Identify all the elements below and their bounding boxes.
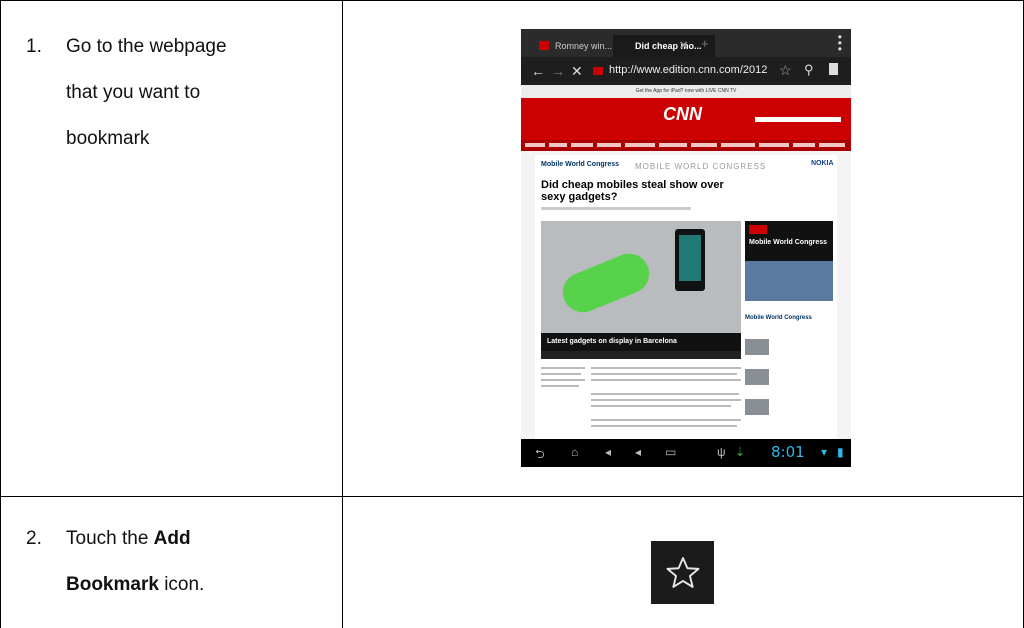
new-tab-icon[interactable]: +: [701, 36, 709, 51]
bookmarks-icon[interactable]: [829, 63, 838, 75]
web-page: Get the App for iPad? now with LIVE CNN …: [521, 85, 851, 439]
tab-strip: Romney win... Did cheap mo... ✕ + • • •: [521, 29, 851, 57]
article-headline: Did cheap mobiles steal show over sexy g…: [541, 179, 724, 203]
step-2-text: 2. Touch the Add Bookmark icon.: [26, 516, 326, 616]
cnn-header: CNN: [521, 98, 851, 140]
story-thumb[interactable]: [745, 399, 769, 415]
article: Mobile World Congress MOBILE WORLD CONGR…: [535, 155, 837, 439]
forward-icon[interactable]: →: [551, 63, 565, 79]
story-thumb[interactable]: [745, 369, 769, 385]
bookmark-label: Bookmark: [66, 574, 159, 595]
section-label: Mobile World Congress: [541, 161, 620, 168]
byline: [541, 207, 691, 210]
url-field[interactable]: http://www.edition.cnn.com/2012: [609, 64, 767, 76]
browser-screenshot: Romney win... Did cheap mo... ✕ + • • • ← …: [521, 29, 851, 467]
site-nav: [521, 140, 851, 151]
story-thumb[interactable]: [745, 339, 769, 355]
clock: 8:01: [771, 443, 805, 461]
sidebar-title: Mobile World Congress: [749, 239, 828, 246]
gallery-caption: Latest gadgets on display in Barcelona: [541, 333, 741, 351]
star-outline-icon: [666, 556, 699, 588]
cnn-tag: [749, 225, 767, 234]
step-text: icon.: [158, 574, 205, 595]
sidebar-heading: Mobile World Congress: [745, 315, 812, 321]
volume-up-icon[interactable]: ◂: [635, 445, 641, 459]
add-label: Add: [153, 528, 191, 549]
hero-image[interactable]: Latest gadgets on display in Barcelona: [541, 221, 741, 351]
tab-title: Romney win...: [555, 41, 613, 51]
system-bar: ⮌ ⌂ ◂ ◂ ▭ ψ ⇣ 8:01 ▾ ▮: [521, 439, 851, 467]
phone-screen: [679, 235, 701, 281]
gallery-pager[interactable]: [541, 351, 741, 359]
battery-icon: ▮: [837, 445, 844, 459]
menu-icon[interactable]: • • •: [838, 31, 842, 55]
tab-romney[interactable]: Romney win...: [533, 35, 625, 57]
charger-image: [556, 247, 656, 319]
step-number: 2.: [26, 528, 42, 549]
close-icon[interactable]: ✕: [679, 35, 688, 57]
step-number: 1.: [26, 36, 42, 57]
home-icon[interactable]: ⌂: [571, 445, 578, 459]
url-bar: ← → ✕ http://www.edition.cnn.com/2012 ☆ …: [521, 57, 851, 85]
step-1-text: 1. Go to the webpage that you want to bo…: [26, 24, 326, 174]
sponsor-logo: NOKIA: [811, 160, 834, 167]
wifi-icon: ▾: [821, 445, 828, 459]
search-icon[interactable]: ⚲: [804, 62, 814, 78]
skyline-image: [745, 261, 833, 301]
cnn-favicon: [539, 41, 549, 50]
promo-banner[interactable]: Get the App for iPad? now with LIVE CNN …: [521, 85, 851, 98]
tab-title: Did cheap mo...: [635, 41, 702, 51]
step-line: Touch the Add: [66, 516, 326, 562]
stop-icon[interactable]: ✕: [571, 63, 583, 80]
cnn-favicon: [593, 67, 603, 75]
section-banner: MOBILE WORLD CONGRESS: [635, 162, 767, 171]
download-icon: ⇣: [735, 445, 746, 459]
recent-apps-icon[interactable]: ▭: [665, 445, 676, 459]
step-line: Go to the webpage: [66, 36, 227, 57]
add-bookmark-star-icon[interactable]: [651, 541, 714, 604]
volume-down-icon[interactable]: ◂: [605, 445, 611, 459]
usb-icon: ψ: [717, 445, 726, 459]
step-line: bookmark: [66, 128, 150, 149]
back-icon[interactable]: ⮌: [535, 445, 545, 466]
tab-cheap-mobiles[interactable]: Did cheap mo... ✕: [613, 35, 715, 57]
star-icon[interactable]: ☆: [779, 62, 792, 79]
site-search-input[interactable]: [755, 117, 841, 122]
step-text: Touch the: [66, 528, 154, 549]
step-line: Bookmark icon.: [66, 562, 326, 608]
step-line: that you want to: [66, 82, 201, 103]
back-icon[interactable]: ←: [531, 63, 545, 79]
sidebar-promo[interactable]: Mobile World Congress: [745, 221, 833, 301]
cnn-logo[interactable]: CNN: [663, 104, 702, 125]
